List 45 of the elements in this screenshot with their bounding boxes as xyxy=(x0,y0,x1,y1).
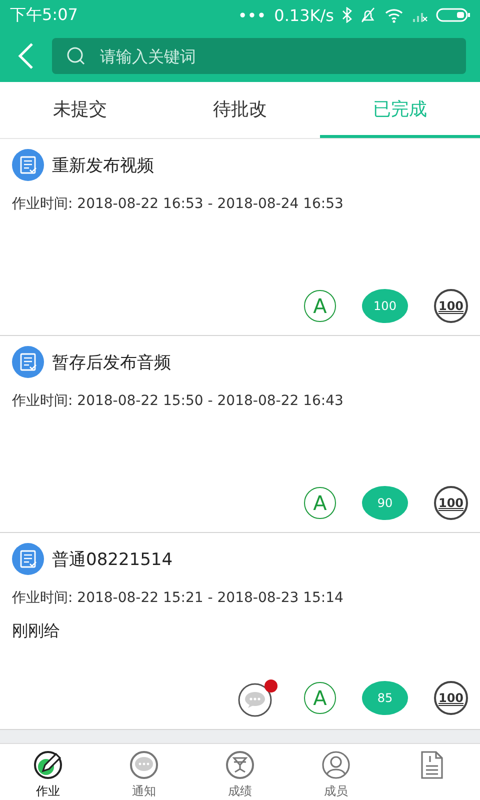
assignment-title: 暂存后发布音频 xyxy=(52,352,171,374)
nav-label: 作业 xyxy=(36,783,60,800)
assignment-time: 作业时间: 2018-08-22 15:21 - 2018-08-23 15:14 xyxy=(12,589,344,607)
nav-item[interactable]: 作业 xyxy=(0,744,96,800)
assignment-time: 作业时间: 2018-08-22 15:50 - 2018-08-22 16:43 xyxy=(12,392,344,410)
checklist-icon xyxy=(12,346,44,378)
battery-icon xyxy=(436,7,470,23)
grade-badge: A xyxy=(304,682,336,714)
bell-off-icon xyxy=(360,7,376,23)
score-badge: 90 xyxy=(362,486,408,520)
checklist-icon xyxy=(12,543,44,575)
grade-badge: A xyxy=(304,290,336,322)
tab[interactable]: 待批改 xyxy=(160,82,320,138)
assignment-card[interactable]: 暂存后发布音频 作业时间: 2018-08-22 15:50 - 2018-08-22 16:43 A 90 100 xyxy=(0,336,480,533)
network-speed: 0.13K/s xyxy=(274,6,334,24)
score-stamp: 100 xyxy=(434,486,468,520)
assignment-card[interactable]: 重新发布视频 作业时间: 2018-08-22 16:53 - 2018-08-24 16:53 A 100 100 xyxy=(0,139,480,336)
nav-item[interactable]: 成员 xyxy=(288,744,384,800)
status-dots: ••• xyxy=(238,6,266,24)
chat-icon xyxy=(129,750,159,780)
assignment-title: 普通08221514 xyxy=(52,548,173,570)
nav-label: 成绩 xyxy=(228,783,252,800)
nav-item[interactable]: 通知 xyxy=(96,744,192,800)
score-badge: 85 xyxy=(362,681,408,715)
trophy-icon xyxy=(225,750,255,780)
person-icon xyxy=(321,750,351,780)
wifi-icon xyxy=(384,7,404,23)
status-time: 下午5:07 xyxy=(10,4,78,26)
grade-badge: A xyxy=(304,487,336,519)
nav-label: 通知 xyxy=(132,783,156,800)
score-stamp: 100 xyxy=(434,681,468,715)
assignment-title: 重新发布视频 xyxy=(52,154,154,176)
bluetooth-icon xyxy=(342,7,352,23)
comment-icon[interactable] xyxy=(238,679,278,717)
nav-item[interactable]: 成绩 xyxy=(192,744,288,800)
pencil-icon xyxy=(33,750,63,780)
nav-label: 成员 xyxy=(324,783,348,800)
score-badge: 100 xyxy=(362,289,408,323)
tab[interactable]: 未提交 xyxy=(0,82,160,138)
assignment-card[interactable]: 普通08221514 作业时间: 2018-08-22 15:21 - 2018-08-23 15:14 刚刚给 A 85 100 xyxy=(0,533,480,730)
assignment-note: 刚刚给 xyxy=(12,621,61,642)
checklist-icon xyxy=(12,149,44,181)
assignment-time: 作业时间: 2018-08-22 16:53 - 2018-08-24 16:53 xyxy=(12,195,344,213)
search-field[interactable]: 请输入关键词 xyxy=(52,38,466,74)
score-stamp: 100 xyxy=(434,289,468,323)
